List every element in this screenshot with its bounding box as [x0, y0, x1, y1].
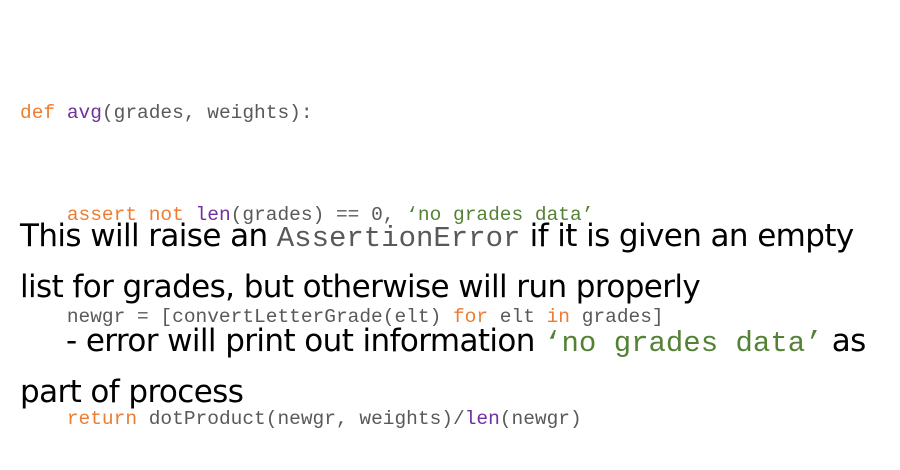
para1-text-before: This will raise an [20, 218, 277, 254]
keyword-def: def [20, 102, 56, 124]
code-line-1: def avg(grades, weights): [20, 96, 664, 130]
para2-text-before: - error will print out information [66, 323, 545, 359]
explanation-paragraph-1: This will raise an AssertionError if it … [20, 212, 890, 311]
explanation-paragraph-2: - error will print out information ‘no g… [20, 317, 890, 416]
inline-code-assertion-error: AssertionError [276, 222, 521, 255]
explanation-text: This will raise an AssertionError if it … [20, 212, 890, 416]
inline-string-no-grades-data: ‘no grades data’ [544, 327, 823, 360]
function-name-avg: avg [66, 102, 102, 124]
function-signature: (grades, weights): [101, 102, 313, 124]
